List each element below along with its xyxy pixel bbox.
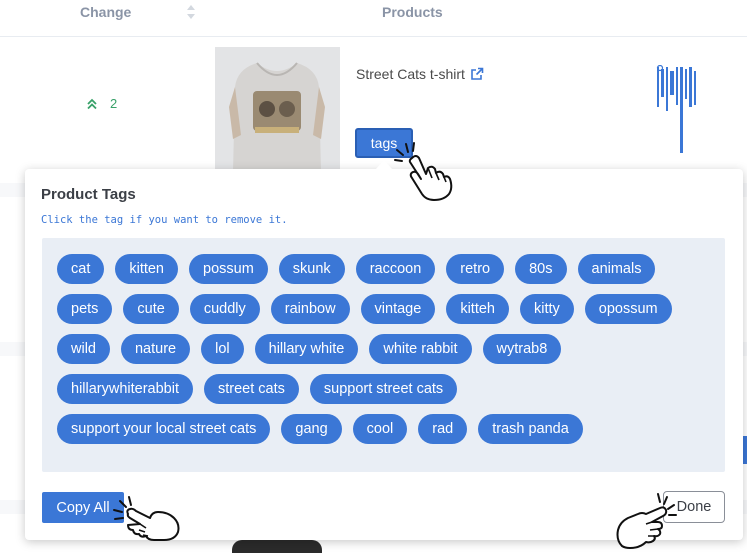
tag-chip[interactable]: animals bbox=[577, 254, 656, 284]
tag-chip[interactable]: skunk bbox=[278, 254, 345, 284]
tag-list: cat kitten possum skunk raccoon retro 80… bbox=[42, 238, 725, 472]
modal-title: Product Tags bbox=[41, 186, 136, 203]
table-header: Change Products bbox=[0, 0, 747, 36]
tag-chip[interactable]: support your local street cats bbox=[57, 414, 271, 444]
tag-chip[interactable]: kitteh bbox=[446, 294, 509, 324]
tag-chip[interactable]: wytrab8 bbox=[482, 334, 562, 364]
tag-chip[interactable]: cool bbox=[352, 414, 408, 444]
pointing-hand-icon bbox=[113, 496, 180, 541]
tag-chip[interactable]: kitten bbox=[115, 254, 179, 284]
product-thumbnail[interactable] bbox=[215, 47, 340, 172]
pointing-hand-icon bbox=[394, 142, 453, 201]
sort-icon[interactable] bbox=[186, 4, 196, 20]
tag-chip[interactable]: rainbow bbox=[270, 294, 350, 324]
tag-chip[interactable]: trash panda bbox=[478, 414, 583, 444]
tag-row: wild nature lol hillary white white rabb… bbox=[57, 334, 711, 364]
tag-chip[interactable]: cat bbox=[57, 254, 105, 284]
tag-chip[interactable]: retro bbox=[446, 254, 505, 284]
product-title-link[interactable]: Street Cats t-shirt bbox=[356, 66, 484, 82]
tag-chip[interactable]: vintage bbox=[360, 294, 436, 324]
tag-row: pets cute cuddly rainbow vintage kitteh … bbox=[57, 294, 711, 324]
tag-row: support your local street cats gang cool… bbox=[57, 414, 711, 444]
modal-hint: Click the tag if you want to remove it. bbox=[41, 214, 288, 226]
tag-chip[interactable]: gang bbox=[281, 414, 342, 444]
rank-change-value: 2 bbox=[110, 96, 118, 111]
row-divider bbox=[0, 36, 747, 37]
tag-chip[interactable]: 80s bbox=[515, 254, 567, 284]
product-tags-popover: Product Tags Click the tag if you want t… bbox=[25, 169, 743, 540]
tag-chip[interactable]: raccoon bbox=[355, 254, 436, 284]
tag-chip[interactable]: white rabbit bbox=[369, 334, 472, 364]
tag-chip[interactable]: pets bbox=[57, 294, 113, 324]
rank-change: 2 bbox=[86, 96, 117, 111]
tag-chip[interactable]: cute bbox=[123, 294, 179, 324]
product-title[interactable]: Street Cats t-shirt bbox=[356, 66, 465, 82]
tag-row: hillarywhiterabbit street cats support s… bbox=[57, 374, 711, 404]
tag-row: cat kitten possum skunk raccoon retro 80… bbox=[57, 254, 711, 284]
tag-chip[interactable]: kitty bbox=[519, 294, 574, 324]
column-header-products: Products bbox=[382, 4, 443, 20]
popover-caret bbox=[376, 160, 392, 169]
tag-chip[interactable]: hillary white bbox=[254, 334, 359, 364]
tag-chip[interactable]: wild bbox=[57, 334, 110, 364]
tshirt-image bbox=[215, 47, 340, 172]
external-link-icon[interactable] bbox=[470, 67, 484, 81]
double-chevron-up-icon bbox=[87, 98, 97, 109]
tag-chip[interactable]: rad bbox=[418, 414, 468, 444]
pointing-hand-icon bbox=[616, 493, 677, 549]
tag-chip[interactable]: possum bbox=[189, 254, 268, 284]
tag-chip[interactable]: hillarywhiterabbit bbox=[57, 374, 193, 404]
tag-chip[interactable]: street cats bbox=[204, 374, 299, 404]
tag-chip[interactable]: lol bbox=[201, 334, 244, 364]
sparkline-chart bbox=[656, 65, 696, 153]
column-header-change[interactable]: Change bbox=[80, 4, 131, 20]
tag-chip[interactable]: opossum bbox=[584, 294, 672, 324]
tag-chip[interactable]: nature bbox=[120, 334, 191, 364]
tag-chip[interactable]: support street cats bbox=[309, 374, 458, 404]
product-thumbnail[interactable] bbox=[232, 540, 322, 553]
tag-chip[interactable]: cuddly bbox=[189, 294, 260, 324]
